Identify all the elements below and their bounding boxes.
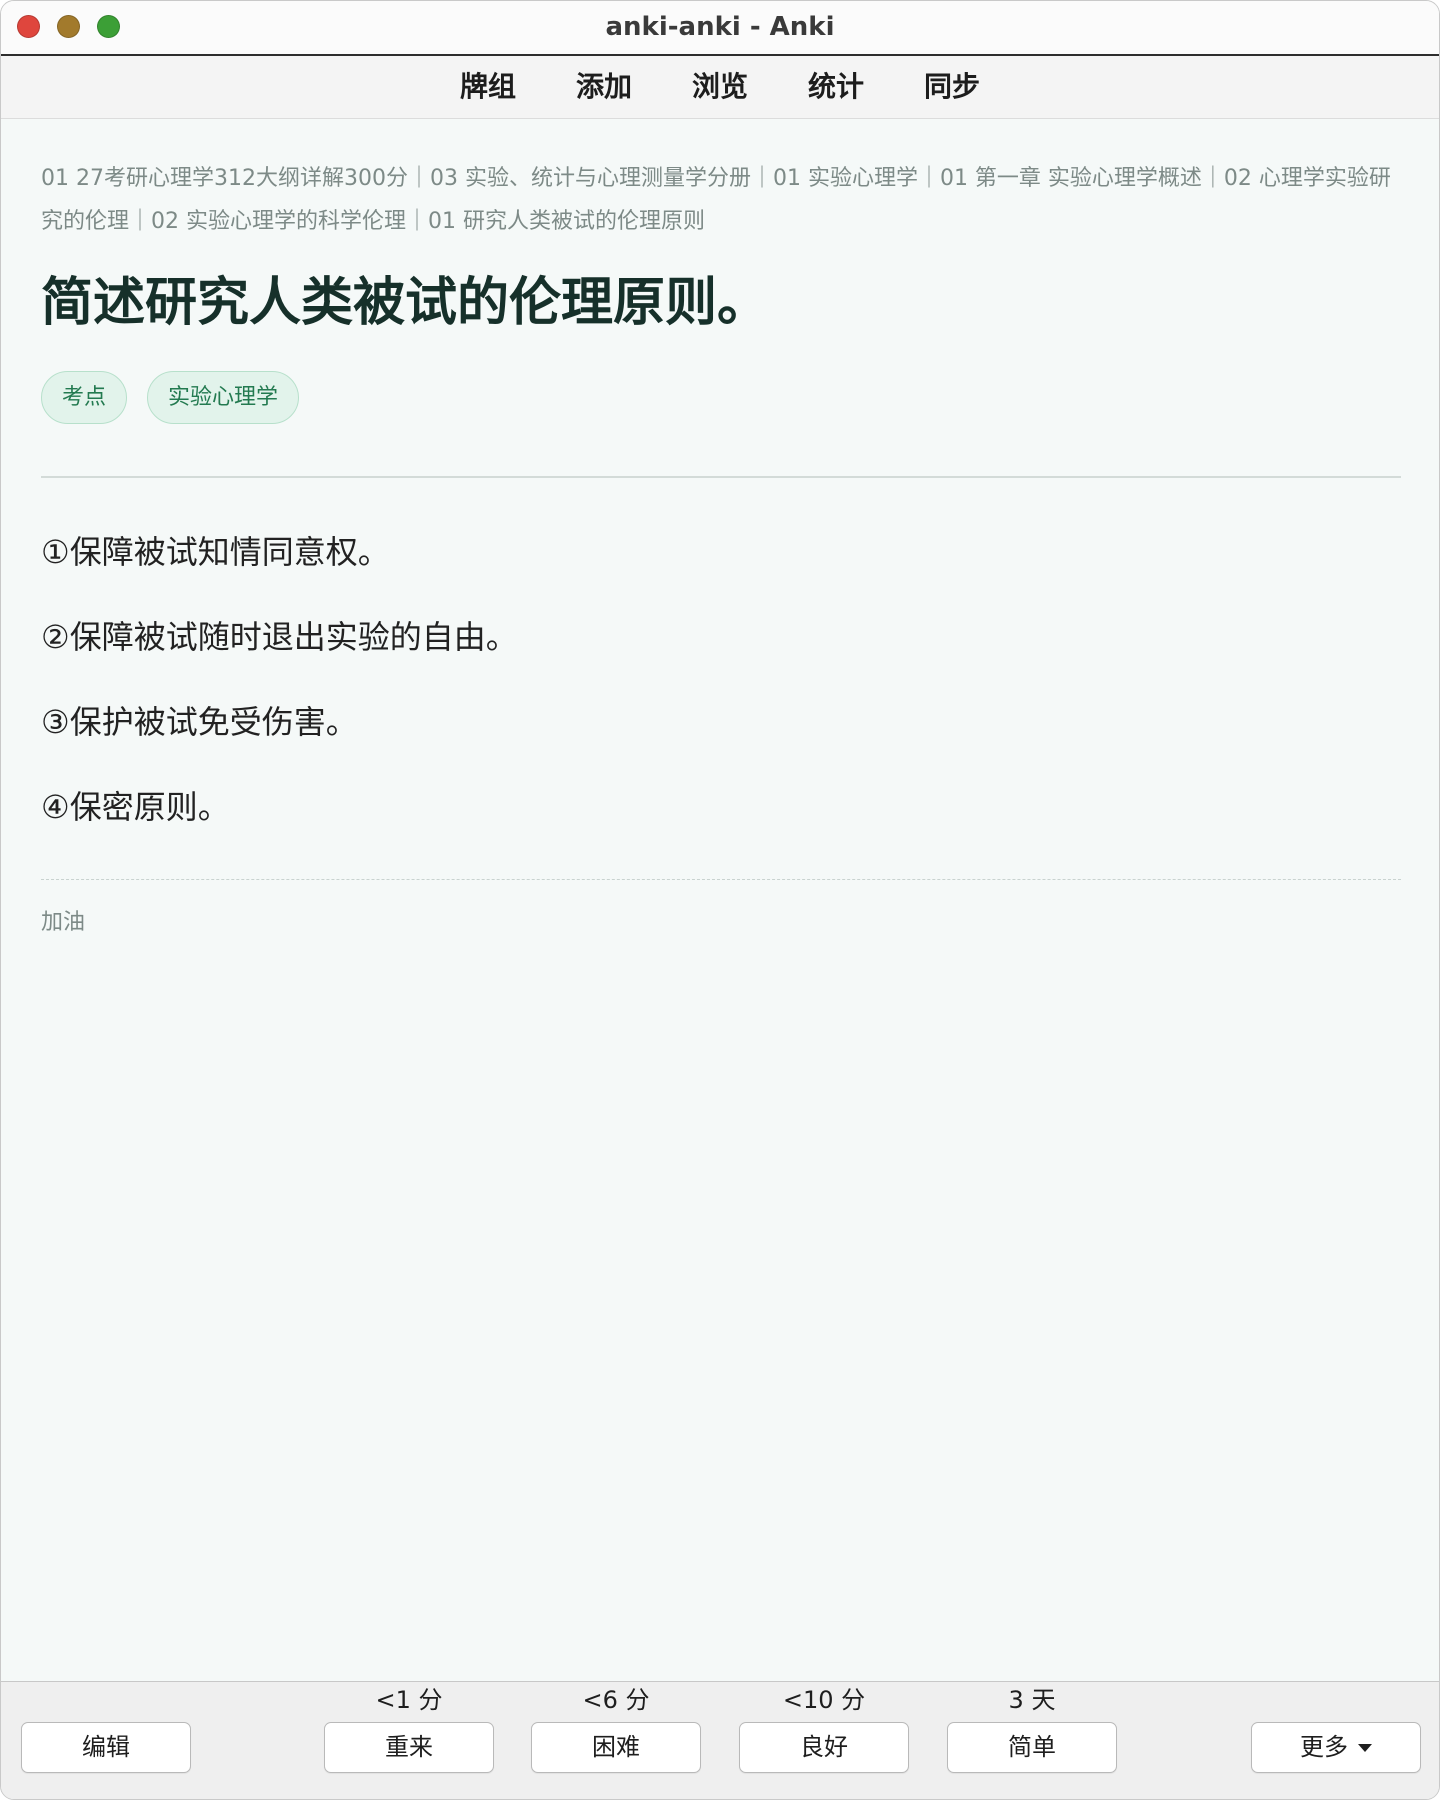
answer-item: ③保护被试免受伤害。 (41, 703, 358, 741)
good-button[interactable]: 良好 (739, 1722, 909, 1773)
footer-note: 加油 (41, 910, 86, 935)
caret-down-icon (1358, 1744, 1372, 1752)
answer-good: <10 分 良好 (739, 1682, 909, 1799)
card-content: 01 27考研心理学312大纲详解300分｜03 实验、统计与心理测量学分册｜0… (1, 119, 1439, 1681)
answer-hard: <6 分 困难 (531, 1682, 701, 1799)
toolbar-sync[interactable]: 同步 (924, 67, 980, 107)
more-button-label: 更多 (1300, 1733, 1348, 1761)
review-bar: 编辑 <1 分 重来 <6 分 困难 <10 分 良好 3 天 简单 更多 (1, 1681, 1439, 1799)
toolbar-stats[interactable]: 统计 (808, 67, 864, 107)
more-button[interactable]: 更多 (1251, 1722, 1421, 1773)
toolbar-add[interactable]: 添加 (576, 67, 632, 107)
card-question: 简述研究人类被试的伦理原则。 (41, 273, 770, 333)
answer-item: ④保密原则。 (41, 788, 230, 826)
interval-good: <10 分 (782, 1686, 866, 1714)
answer-item: ①保障被试知情同意权。 (41, 533, 390, 571)
answer-divider (41, 476, 1401, 478)
hard-button[interactable]: 困难 (531, 1722, 701, 1773)
answer-easy: 3 天 简单 (947, 1682, 1117, 1799)
toolbar-browse[interactable]: 浏览 (692, 67, 748, 107)
main-toolbar: 牌组 添加 浏览 统计 同步 (1, 56, 1439, 119)
anki-window: anki-anki - Anki 牌组 添加 浏览 统计 同步 01 27考研心… (0, 0, 1440, 1800)
deck-breadcrumb: 01 27考研心理学312大纲详解300分｜03 实验、统计与心理测量学分册｜0… (41, 166, 1391, 234)
tag-list: 考点 实验心理学 (41, 371, 300, 424)
interval-again: <1 分 (375, 1686, 443, 1714)
easy-button[interactable]: 简单 (947, 1722, 1117, 1773)
footer-divider (41, 879, 1401, 880)
tag-kaodian: 考点 (41, 371, 128, 424)
tag-experimental-psychology: 实验心理学 (147, 371, 300, 424)
answer-again: <1 分 重来 (324, 1682, 494, 1799)
interval-easy: 3 天 (1008, 1686, 1056, 1714)
card-answer: ①保障被试知情同意权。 ②保障被试随时退出实验的自由。 ③保护被试免受伤害。 ④… (41, 510, 1401, 850)
window-title: anki-anki - Anki (605, 12, 835, 42)
toolbar-decks[interactable]: 牌组 (460, 67, 516, 107)
interval-hard: <6 分 (582, 1686, 650, 1714)
answer-item: ②保障被试随时退出实验的自由。 (41, 618, 518, 656)
edit-button[interactable]: 编辑 (21, 1722, 191, 1773)
again-button[interactable]: 重来 (324, 1722, 494, 1773)
title-bar: anki-anki - Anki (1, 1, 1439, 56)
